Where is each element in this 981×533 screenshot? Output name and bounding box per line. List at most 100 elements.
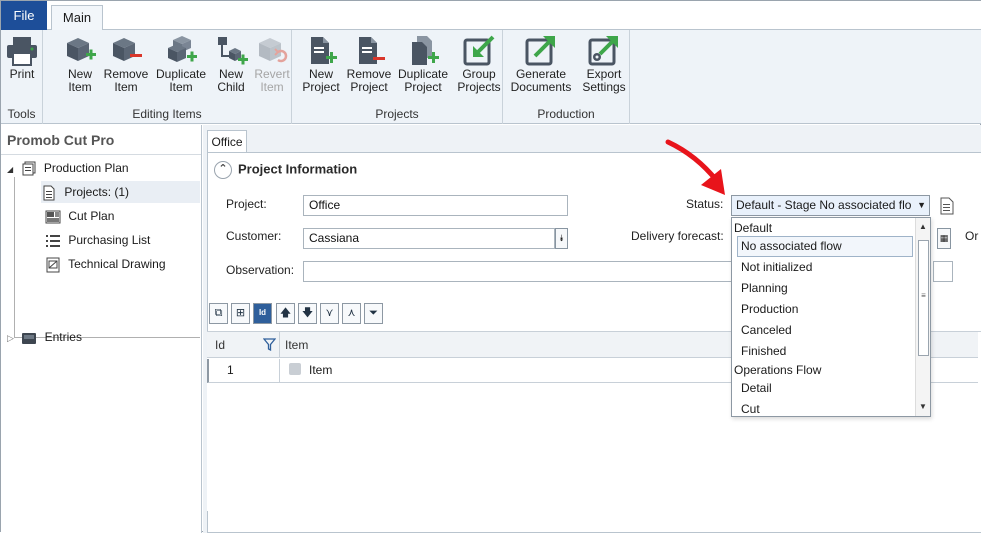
tree-item-cut-plan[interactable]: Cut Plan	[45, 205, 114, 227]
print-label: Print	[9, 67, 35, 81]
status-select[interactable]: Default - Stage No associated flo ▼	[731, 195, 930, 216]
collapse-all-button[interactable]: ⧉	[209, 303, 228, 324]
group-projects-button[interactable]: Group Projects	[451, 34, 507, 98]
project-name-field[interactable]: Office	[303, 195, 568, 216]
ribbon-group-editing: New Item Remove Item Duplicate Item New …	[43, 30, 292, 124]
revert-item-label-line2: Item	[260, 80, 284, 94]
dropdown-option[interactable]: Cut	[732, 399, 916, 416]
project-information-header[interactable]: ⌃ Project Information	[214, 161, 357, 179]
duplicate-item-icon	[168, 36, 197, 62]
tree-item-projects[interactable]: Projects: (1)	[41, 181, 200, 203]
generate-documents-icon	[525, 36, 555, 66]
tree-item-production-plan[interactable]: ◢ Production Plan	[7, 157, 129, 179]
arrow-up-icon: 🡅	[279, 307, 292, 319]
export-settings-label-line2: Settings	[582, 80, 626, 94]
group-projects-icon	[463, 35, 495, 66]
tree-item-entries[interactable]: ▷ Entries	[7, 326, 82, 348]
expand-triangle-icon[interactable]: ▷	[7, 333, 14, 343]
double-chevron-down-icon: ⯯	[558, 233, 565, 243]
column-header-item[interactable]: Item	[285, 332, 308, 358]
filter-icon[interactable]	[263, 338, 276, 351]
document-tab-office[interactable]: Office	[207, 130, 247, 153]
dropdown-scrollbar[interactable]: ▲ ≡ ▼	[915, 218, 930, 416]
scroll-down-icon[interactable]: ▼	[916, 400, 930, 414]
production-plan-icon	[22, 161, 35, 176]
arrow-down-icon: 🡇	[301, 307, 314, 319]
dropdown-option[interactable]: Canceled	[732, 320, 916, 341]
revert-item-icon	[259, 38, 288, 63]
ribbon-group-production: Generate Documents Export Settings Produ…	[503, 30, 630, 124]
remove-item-icon	[113, 38, 142, 61]
ribbon-group-projects: New Project Remove Project Duplicate Pro…	[292, 30, 503, 124]
collapse-chevron-icon[interactable]: ⌃	[214, 161, 232, 179]
document-icon[interactable]	[940, 197, 954, 215]
tree-item-label: Projects: (1)	[64, 185, 130, 199]
dropdown-option[interactable]: Finished	[732, 341, 916, 362]
cell-item: Item	[309, 363, 333, 377]
print-button[interactable]: Print	[3, 34, 41, 98]
duplicate-item-button[interactable]: Duplicate Item	[154, 34, 208, 98]
id-column-toggle[interactable]: Id	[253, 303, 272, 324]
tree-item-purchasing-list[interactable]: Purchasing List	[45, 229, 150, 251]
column-divider	[279, 359, 280, 382]
split-icon: ⋏	[347, 307, 356, 319]
dropdown-option[interactable]: Not initialized	[732, 257, 916, 278]
new-project-button[interactable]: New Project	[294, 34, 348, 98]
export-settings-button[interactable]: Export Settings	[577, 34, 631, 98]
customer-label: Customer:	[226, 229, 282, 243]
expand-all-button[interactable]: ⊞	[231, 303, 250, 324]
delivery-forecast-label: Delivery forecast:	[631, 229, 724, 243]
group-projects-label-line2: Projects	[457, 80, 501, 94]
main-tab[interactable]: Main	[51, 5, 103, 31]
remove-project-button[interactable]: Remove Project	[342, 34, 396, 98]
project-label: Project:	[226, 197, 267, 211]
inbox-icon	[22, 332, 37, 344]
collapse-triangle-icon[interactable]: ◢	[7, 165, 13, 174]
duplicate-project-button[interactable]: Duplicate Project	[396, 34, 450, 98]
section-title: Project Information	[238, 161, 358, 177]
remove-project-icon	[359, 37, 385, 64]
merge-icon: ⋎	[325, 307, 334, 319]
customer-dropdown-button[interactable]: ⯯	[555, 228, 568, 249]
tree-item-label: Technical Drawing	[68, 257, 166, 271]
observation-field[interactable]	[303, 261, 733, 282]
move-up-button[interactable]: 🡅	[276, 303, 295, 324]
dropdown-option[interactable]: Detail	[732, 378, 916, 399]
printer-icon	[7, 37, 37, 66]
ribbon-group-label: Editing Items	[132, 107, 202, 121]
status-label: Status:	[686, 197, 724, 211]
dropdown-arrow-icon[interactable]: ▼	[917, 196, 926, 215]
dropdown-option[interactable]: No associated flow	[737, 236, 913, 257]
move-down-button[interactable]: 🡇	[298, 303, 317, 324]
dropdown-option[interactable]: Planning	[732, 278, 916, 299]
cell-id: 1	[227, 363, 234, 377]
scroll-up-icon[interactable]: ▲	[916, 220, 930, 234]
scrollbar-thumb[interactable]: ≡	[918, 240, 929, 356]
pane-title: Promob Cut Pro	[7, 132, 115, 148]
ribbon-tab-bar: File Main	[1, 1, 981, 31]
revert-item-button[interactable]: Revert Item	[246, 34, 298, 98]
tree-item-label: Production Plan	[43, 161, 129, 175]
ribbon-group-label: Production	[537, 107, 595, 121]
duplicate-project-label-line2: Project	[404, 80, 442, 94]
new-project-icon	[311, 37, 337, 64]
customer-field[interactable]: Cassiana	[303, 228, 555, 249]
list-icon	[46, 234, 60, 247]
status-value: Default - Stage No associated flo	[736, 198, 912, 212]
generate-documents-button[interactable]: Generate Documents	[509, 34, 573, 98]
remove-item-button[interactable]: Remove Item	[99, 34, 153, 98]
column-header-id[interactable]: Id	[215, 332, 225, 358]
cut-plan-icon	[45, 210, 61, 224]
merge-button[interactable]: ⋎	[320, 303, 339, 324]
export-settings-icon	[588, 36, 618, 66]
clear-filter-button[interactable]: ⏷	[364, 303, 383, 324]
ribbon-group-label: Projects	[375, 107, 419, 121]
remove-item-label-line2: Item	[114, 80, 138, 94]
tree-item-technical-drawing[interactable]: Technical Drawing	[45, 253, 166, 275]
dropdown-option[interactable]: Production	[732, 299, 916, 320]
file-tab[interactable]: File	[1, 1, 47, 30]
observation-field-right[interactable]	[933, 261, 953, 282]
new-project-label-line2: Project	[302, 80, 340, 94]
split-button[interactable]: ⋏	[342, 303, 361, 324]
calendar-button[interactable]: ▦	[937, 228, 951, 249]
